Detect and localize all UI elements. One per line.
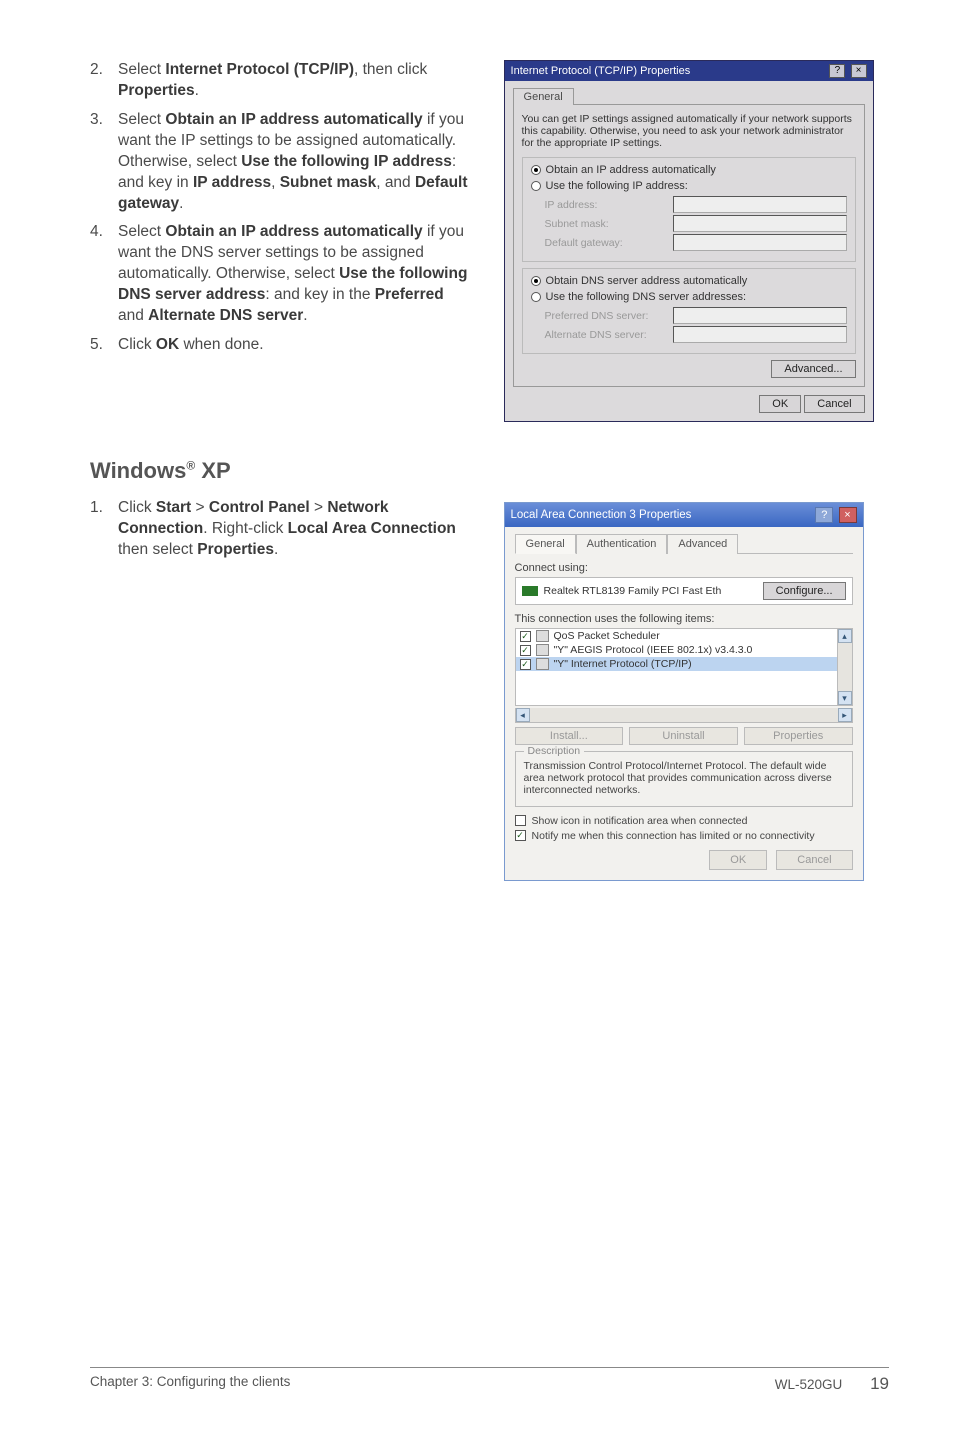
help-icon[interactable]: ? (815, 507, 833, 523)
scroll-right-icon[interactable]: ▸ (838, 708, 852, 722)
dialog-description: You can get IP settings assigned automat… (522, 113, 856, 149)
ok-button[interactable]: OK (759, 395, 801, 413)
advanced-button[interactable]: Advanced... (771, 360, 855, 378)
protocol-list[interactable]: ✓QoS Packet Scheduler ✓"Y" AEGIS Protoco… (515, 628, 853, 706)
properties-button[interactable]: Properties (744, 727, 853, 745)
close-icon[interactable]: × (839, 507, 857, 523)
radio-obtain-dns-auto[interactable]: Obtain DNS server address automatically (531, 275, 847, 287)
vertical-scrollbar[interactable]: ▴ ▾ (837, 629, 852, 705)
ip-group: Obtain an IP address automatically Use t… (522, 157, 856, 262)
scroll-down-icon[interactable]: ▾ (838, 691, 852, 705)
close-icon[interactable]: × (851, 64, 867, 78)
configure-button[interactable]: Configure... (763, 582, 846, 600)
nic-icon (522, 586, 538, 596)
protocol-icon (536, 630, 549, 642)
instruction-list: 2. Select Internet Protocol (TCP/IP), th… (90, 60, 474, 356)
uses-items-label: This connection uses the following items… (515, 613, 853, 625)
ip-address-input[interactable] (673, 196, 847, 213)
label-subnet: Subnet mask: (545, 218, 665, 230)
tab-bar: General Authentication Advanced (515, 533, 853, 554)
instruction-4: 4. Select Obtain an IP address automatic… (90, 222, 474, 327)
section-heading-windows-xp: Windows® XP (90, 458, 889, 484)
footer-model: WL-520GU (775, 1377, 843, 1392)
checkbox-icon[interactable]: ✓ (520, 645, 531, 656)
gateway-input[interactable] (673, 234, 847, 251)
alternate-dns-input[interactable] (673, 326, 847, 343)
checkbox-icon[interactable] (515, 815, 526, 826)
page-footer: Chapter 3: Configuring the clients WL-52… (90, 1367, 889, 1394)
radio-dot-icon (531, 165, 541, 175)
instruction-2: 2. Select Internet Protocol (TCP/IP), th… (90, 60, 474, 102)
connect-using-box: Realtek RTL8139 Family PCI Fast Eth Conf… (515, 577, 853, 605)
description-text: Transmission Control Protocol/Internet P… (524, 760, 844, 796)
xp-instruction-1: 1. Click Start > Control Panel > Network… (90, 498, 474, 561)
lan-properties-dialog: Local Area Connection 3 Properties ? × G… (504, 502, 864, 881)
instruction-5: 5. Click OK when done. (90, 335, 474, 356)
list-item[interactable]: ✓"Y" AEGIS Protocol (IEEE 802.1x) v3.4.3… (516, 643, 852, 657)
dialog-titlebar[interactable]: Local Area Connection 3 Properties ? × (505, 503, 863, 527)
footer-page-number: 19 (870, 1374, 889, 1393)
instruction-3: 3. Select Obtain an IP address automatic… (90, 110, 474, 215)
notify-checkbox[interactable]: ✓ Notify me when this connection has lim… (515, 830, 853, 842)
label-gateway: Default gateway: (545, 237, 665, 249)
tcpip-properties-dialog: Internet Protocol (TCP/IP) Properties ? … (504, 60, 874, 422)
dns-group: Obtain DNS server address automatically … (522, 268, 856, 354)
label-alternate-dns: Alternate DNS server: (545, 329, 665, 341)
tab-general[interactable]: General (515, 534, 576, 554)
uninstall-button[interactable]: Uninstall (629, 727, 738, 745)
show-icon-checkbox[interactable]: Show icon in notification area when conn… (515, 815, 853, 827)
dialog-title: Internet Protocol (TCP/IP) Properties (511, 65, 691, 77)
description-group: Description Transmission Control Protoco… (515, 751, 853, 807)
radio-use-dns[interactable]: Use the following DNS server addresses: (531, 291, 847, 303)
checkbox-icon[interactable]: ✓ (515, 830, 526, 841)
subnet-input[interactable] (673, 215, 847, 232)
label-preferred-dns: Preferred DNS server: (545, 310, 665, 322)
protocol-icon (536, 644, 549, 656)
checkbox-icon[interactable]: ✓ (520, 659, 531, 670)
dialog-title: Local Area Connection 3 Properties (511, 509, 692, 521)
cancel-button[interactable]: Cancel (804, 395, 864, 413)
label-ip-address: IP address: (545, 199, 665, 211)
tab-authentication[interactable]: Authentication (576, 534, 668, 554)
radio-dot-icon (531, 276, 541, 286)
dialog-titlebar[interactable]: Internet Protocol (TCP/IP) Properties ? … (505, 61, 873, 81)
footer-chapter: Chapter 3: Configuring the clients (90, 1374, 290, 1394)
protocol-icon (536, 658, 549, 670)
ok-button[interactable]: OK (709, 850, 767, 870)
list-item[interactable]: ✓QoS Packet Scheduler (516, 629, 852, 643)
install-button[interactable]: Install... (515, 727, 624, 745)
radio-dot-icon (531, 181, 541, 191)
scroll-left-icon[interactable]: ◂ (516, 708, 530, 722)
radio-dot-icon (531, 292, 541, 302)
list-item[interactable]: ✓"Y" Internet Protocol (TCP/IP) (516, 657, 852, 671)
preferred-dns-input[interactable] (673, 307, 847, 324)
help-icon[interactable]: ? (829, 64, 845, 78)
horizontal-scrollbar[interactable]: ◂ ▸ (515, 708, 853, 723)
tab-general[interactable]: General (513, 88, 574, 105)
tab-advanced[interactable]: Advanced (667, 534, 738, 554)
checkbox-icon[interactable]: ✓ (520, 631, 531, 642)
cancel-button[interactable]: Cancel (776, 850, 852, 870)
description-legend: Description (524, 745, 585, 757)
scroll-up-icon[interactable]: ▴ (838, 629, 852, 643)
device-name: Realtek RTL8139 Family PCI Fast Eth (544, 585, 722, 597)
radio-obtain-ip-auto[interactable]: Obtain an IP address automatically (531, 164, 847, 176)
connect-using-label: Connect using: (515, 562, 853, 574)
radio-use-ip[interactable]: Use the following IP address: (531, 180, 847, 192)
